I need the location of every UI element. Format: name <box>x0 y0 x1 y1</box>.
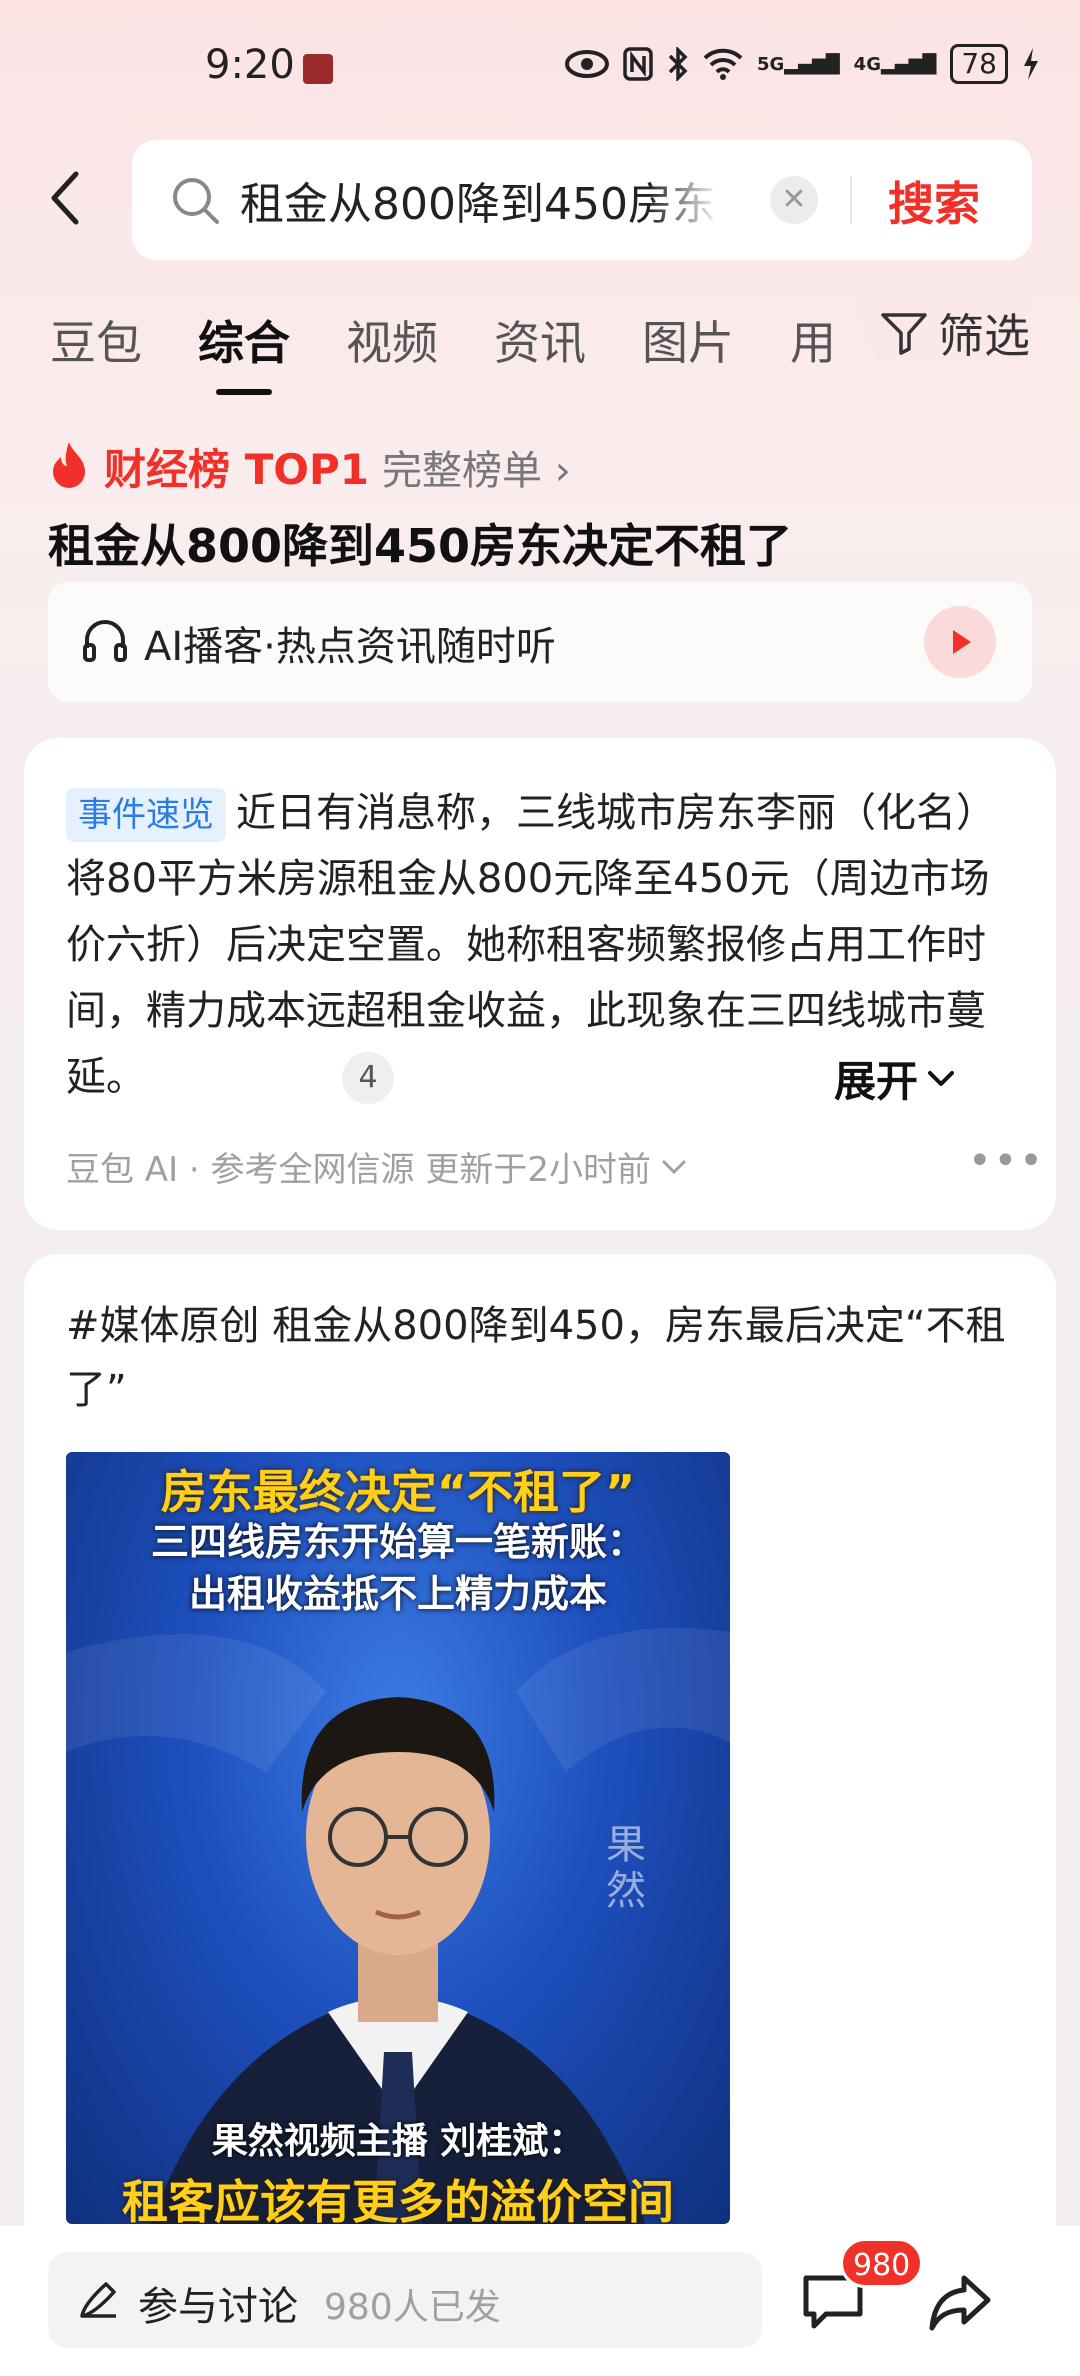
headphone-icon <box>83 620 127 662</box>
search-divider <box>850 176 852 224</box>
chevron-down-icon <box>662 1160 686 1174</box>
discuss-count: 980人已发 <box>324 2287 501 2328</box>
event-badge: 事件速览 <box>66 788 226 842</box>
charging-icon <box>1024 48 1038 80</box>
tab-video[interactable]: 视频 <box>346 307 438 373</box>
source-line[interactable]: 豆包 AI · 参考全网信源 更新于2小时前 <box>66 1142 687 1191</box>
tab-images[interactable]: 图片 <box>642 307 734 373</box>
full-ranking-link[interactable]: 完整榜单 › <box>382 438 571 496</box>
search-icon <box>173 178 219 224</box>
wifi-icon <box>703 48 743 80</box>
thumbnail-caption-line1: 三四线房东开始算一笔新账： <box>150 1520 645 1564</box>
signal-4g-icon: 4G▂▄▆█ <box>853 53 937 75</box>
search-input[interactable]: 租金从800降到450房东决定不租了 <box>240 168 720 234</box>
thumbnail-caption-top: 房东最终决定“不租了” <box>160 1465 636 1519</box>
pen-icon <box>80 2282 116 2318</box>
more-options-icon[interactable]: ••• <box>968 1138 1045 1184</box>
filter-button[interactable]: 筛选 <box>850 300 1030 366</box>
eye-icon <box>564 50 609 78</box>
ranking-label[interactable]: 财经榜 TOP1 <box>104 436 369 497</box>
bluetooth-icon <box>668 47 688 81</box>
signal-5g-icon: 5G▂▄▆█ <box>756 53 840 75</box>
filter-icon <box>881 313 927 355</box>
share-icon[interactable] <box>928 2270 992 2334</box>
clear-icon[interactable]: ✕ <box>770 176 818 224</box>
discuss-label: 参与讨论 <box>138 2284 298 2330</box>
source-text: 豆包 AI · 参考全网信源 更新于2小时前 <box>66 1150 651 1190</box>
chevron-down-icon <box>928 1070 955 1086</box>
ranking-headline[interactable]: 租金从800降到450房东决定不租了 <box>48 510 792 576</box>
flame-icon <box>53 442 85 488</box>
back-arrow-icon[interactable] <box>42 168 92 228</box>
thumbnail-caption-bottom: 租客应该有更多的溢价空间 <box>122 2175 674 2224</box>
app-notification-icon <box>303 54 333 84</box>
tab-doubao[interactable]: 豆包 <box>50 307 142 373</box>
battery-indicator: 78 <box>950 44 1008 84</box>
thumbnail-caption-sub: 三四线房东开始算一笔新账： 出租收益抵不上精力成本 <box>66 1516 730 1620</box>
expand-label: 展开 <box>834 1057 919 1106</box>
video-thumbnail[interactable]: 房东最终决定“不租了” 三四线房东开始算一笔新账： 出租收益抵不上精力成本 果然… <box>66 1452 730 2224</box>
thumbnail-watermark: 果然 <box>606 1822 646 1914</box>
comment-count-badge: 980 <box>840 2238 924 2288</box>
filter-label: 筛选 <box>938 309 1030 363</box>
thumbnail-caption-speaker: 果然视频主播 刘桂斌： <box>211 2121 585 2162</box>
status-time: 9:20 <box>205 42 295 88</box>
tab-news[interactable]: 资讯 <box>494 307 586 373</box>
status-icons: 5G▂▄▆█ 4G▂▄▆█ 78 <box>564 44 1040 84</box>
podcast-label: AI播客·热点资讯随时听 <box>144 624 556 670</box>
nfc-icon <box>623 47 653 81</box>
citation-badge[interactable]: 4 <box>342 1052 394 1104</box>
expand-button[interactable]: 展开 <box>834 1048 956 1109</box>
tab-comprehensive[interactable]: 综合 <box>198 307 290 395</box>
thumbnail-caption-line2: 出租收益抵不上精力成本 <box>188 1572 607 1616</box>
article-title[interactable]: #媒体原创 租金从800降到450，房东最后决定“不租了” <box>66 1294 1006 1422</box>
search-button[interactable]: 搜索 <box>888 168 980 234</box>
play-button[interactable] <box>924 606 996 678</box>
tab-users[interactable]: 用 <box>790 307 836 373</box>
